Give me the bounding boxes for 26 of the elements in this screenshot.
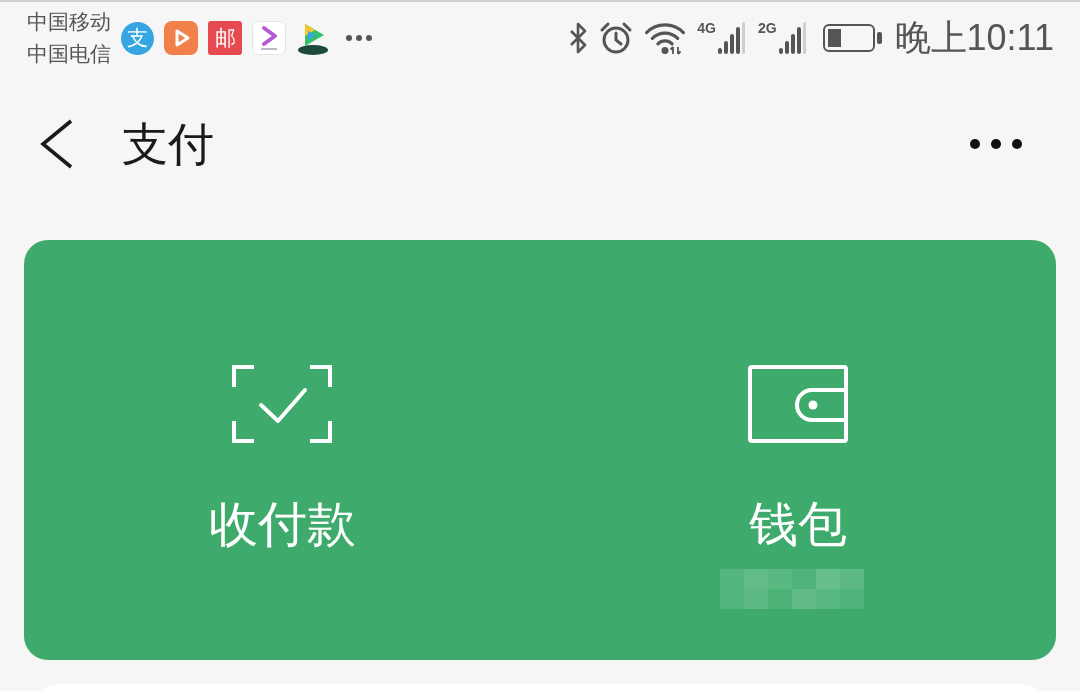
- status-time: 晚上10:11: [894, 18, 1054, 58]
- scan-check-icon: [232, 365, 332, 443]
- carrier-name: 中国电信: [27, 41, 111, 68]
- app-icon: [164, 21, 198, 55]
- action-button[interactable]: 收付款: [24, 240, 540, 660]
- bluetooth-icon: [569, 21, 588, 55]
- more-icon: [970, 139, 1022, 149]
- network-label: 2G: [757, 21, 777, 35]
- network-label: 4G: [697, 21, 716, 35]
- carrier-name: 中国移动: [27, 9, 111, 36]
- battery-icon: [822, 24, 883, 52]
- action-button[interactable]: 钱包: [540, 240, 1056, 660]
- alarm-icon: [599, 21, 634, 55]
- app-icon: 邮: [208, 21, 242, 55]
- app-icon: [252, 21, 286, 55]
- app-icon: [296, 21, 330, 55]
- more-icon: [346, 35, 372, 41]
- wallet-icon: [748, 365, 848, 443]
- page-title: 支付: [122, 116, 214, 172]
- more-button[interactable]: [970, 139, 1022, 149]
- back-icon: [40, 119, 74, 169]
- app-icon: 支: [121, 21, 154, 55]
- signal-icon: [778, 21, 807, 55]
- signal-icon: [717, 21, 746, 55]
- back-button[interactable]: [40, 119, 74, 169]
- wifi-icon: [645, 21, 686, 55]
